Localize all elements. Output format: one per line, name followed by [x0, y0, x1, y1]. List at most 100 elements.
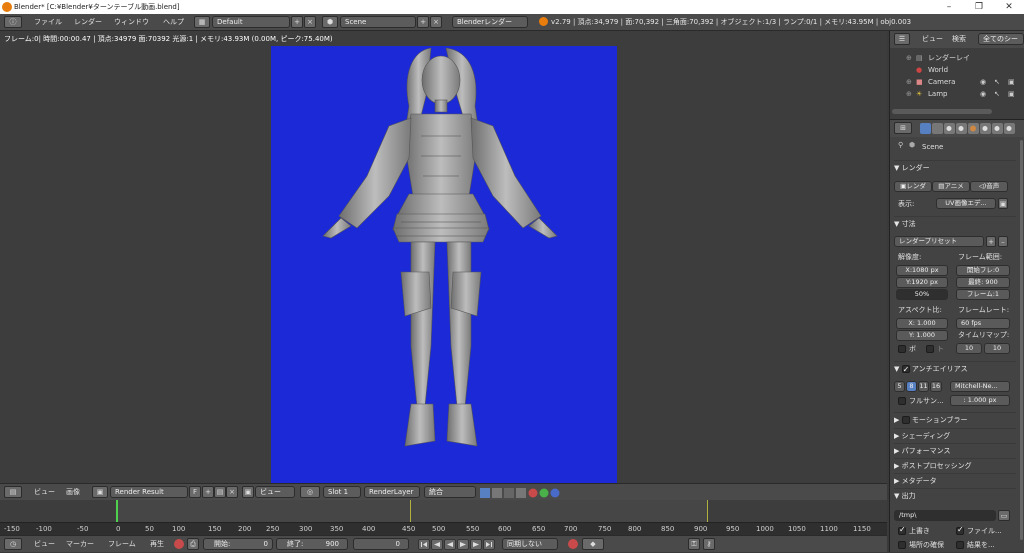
- editor-type-timeline-icon[interactable]: ◷: [4, 538, 22, 550]
- resolution-y-field[interactable]: Y:1920 px: [896, 277, 948, 288]
- anti-aliasing-checkbox[interactable]: [901, 363, 910, 377]
- render-pass-select[interactable]: 統合: [424, 486, 476, 498]
- image-image-menu[interactable]: 画像: [66, 484, 80, 501]
- insert-keyframe-icon[interactable]: ⚿: [688, 538, 700, 550]
- record-icon[interactable]: [174, 539, 184, 549]
- dimensions-panel-header[interactable]: ▼ 寸法: [894, 216, 1016, 230]
- end-frame-field[interactable]: 終了: 900: [276, 538, 348, 550]
- file-extensions-checkbox[interactable]: [956, 525, 964, 535]
- keying-set-icon[interactable]: ◆: [582, 538, 604, 550]
- timeline-area[interactable]: -150 -100 -50 0 50 100 150 200 250 300 3…: [0, 500, 887, 535]
- render-engine-select[interactable]: Blenderレンダー: [452, 16, 528, 28]
- timeline-marker-menu[interactable]: マーカー: [66, 536, 94, 553]
- lock-interface-icon[interactable]: ▣: [998, 198, 1008, 209]
- menu-window[interactable]: ウィンドウ: [114, 14, 149, 31]
- pin-icon[interactable]: ⚲: [898, 141, 903, 149]
- outliner-scrollbar[interactable]: [892, 109, 992, 114]
- open-image-icon[interactable]: ▤: [214, 486, 226, 498]
- post-processing-panel-header[interactable]: ▶ ポストプロセッシング: [894, 458, 1016, 472]
- scene-field[interactable]: Scene: [340, 16, 416, 28]
- outliner-row[interactable]: ⊕ ☀ Lamp ◉ ↖ ▣: [890, 88, 1024, 100]
- select-arrow-icon[interactable]: ↖: [994, 88, 1000, 100]
- shading-panel-header[interactable]: ▶ シェーディング: [894, 428, 1016, 442]
- visibility-eye-icon[interactable]: ◉: [980, 76, 986, 88]
- playback-controls[interactable]: [418, 539, 496, 550]
- menu-file[interactable]: ファイル: [34, 14, 62, 31]
- filter-size-field[interactable]: : 1.000 px: [950, 395, 1010, 406]
- remove-preset-icon[interactable]: –: [998, 236, 1008, 247]
- display-select[interactable]: UV画像エデ...: [936, 198, 996, 209]
- menu-render[interactable]: レンダー: [74, 14, 102, 31]
- auto-keying-icon[interactable]: [568, 539, 578, 549]
- editor-type-image-icon[interactable]: ▤: [4, 486, 22, 498]
- properties-scrollbar[interactable]: [1020, 140, 1023, 540]
- cache-result-checkbox[interactable]: [956, 541, 964, 549]
- folder-browse-icon[interactable]: ▭: [998, 510, 1010, 521]
- performance-panel-header[interactable]: ▶ パフォーマンス: [894, 443, 1016, 457]
- minimize-button[interactable]: –: [934, 0, 964, 14]
- slot-select[interactable]: Slot 1: [323, 486, 361, 498]
- add-layout-icon[interactable]: +: [291, 16, 303, 28]
- metadata-panel-header[interactable]: ▶ メタデータ: [894, 473, 1016, 487]
- close-button[interactable]: ✕: [994, 0, 1024, 14]
- screen-layout-icon[interactable]: ▦: [194, 16, 210, 28]
- timeline-ruler[interactable]: -150 -100 -50 0 50 100 150 200 250 300 3…: [0, 522, 887, 535]
- outliner-panel[interactable]: ☰ ビュー 検索 全てのシー ⊕ ▤ レンダーレイ ● World ⊕ ■ Ca…: [889, 31, 1024, 119]
- full-sample-checkbox[interactable]: [898, 397, 906, 405]
- motion-blur-checkbox[interactable]: [901, 416, 910, 424]
- frame-step-field[interactable]: フレーム:1: [956, 289, 1010, 300]
- anti-aliasing-panel-header[interactable]: ▼ アンチエイリアス: [894, 361, 1016, 377]
- fake-user-button[interactable]: F: [189, 486, 201, 498]
- output-path-field[interactable]: /tmp\: [894, 510, 996, 521]
- add-preset-icon[interactable]: +: [986, 236, 996, 247]
- editor-type-properties-icon[interactable]: ⊞: [894, 122, 912, 134]
- render-preset-select[interactable]: レンダープリセット: [894, 236, 984, 247]
- time-remap-old-field[interactable]: 10: [956, 343, 982, 354]
- mode-icon[interactable]: ▣: [242, 486, 254, 498]
- scene-icon[interactable]: ⬢: [322, 16, 338, 28]
- placeholders-checkbox[interactable]: [898, 541, 906, 549]
- image-browse-icon[interactable]: ▣: [92, 486, 108, 498]
- timeline-frame-menu[interactable]: フレーム: [108, 536, 136, 553]
- render-animation-button[interactable]: ▤アニメ: [932, 181, 970, 192]
- frame-rate-select[interactable]: 60 fps: [956, 318, 1010, 329]
- expand-icon[interactable]: ⊕: [906, 52, 912, 64]
- outliner-search-menu[interactable]: 検索: [952, 31, 966, 48]
- maximize-button[interactable]: ❐: [964, 0, 994, 14]
- sync-mode-select[interactable]: 同期しない: [502, 538, 558, 550]
- editor-type-outliner-icon[interactable]: ☰: [894, 33, 910, 45]
- image-view-menu[interactable]: ビュー: [34, 484, 55, 501]
- aa-sample-button[interactable]: 5: [894, 381, 905, 392]
- expand-icon[interactable]: ⊕: [906, 76, 912, 88]
- add-scene-icon[interactable]: +: [417, 16, 429, 28]
- render-still-button[interactable]: ▣レンダ: [894, 181, 932, 192]
- image-name-field[interactable]: Render Result: [110, 486, 188, 498]
- outliner-row[interactable]: ⊕ ■ Camera ◉ ↖ ▣: [890, 76, 1024, 88]
- visibility-eye-icon[interactable]: ◉: [980, 88, 986, 100]
- frame-end-field[interactable]: 最終: 900: [956, 277, 1010, 288]
- aa-sample-button[interactable]: 8: [906, 381, 917, 392]
- aa-sample-button[interactable]: 11: [918, 381, 929, 392]
- outliner-row[interactable]: ⊕ ▤ レンダーレイ: [890, 52, 1024, 64]
- start-frame-field[interactable]: 開始: 0: [203, 538, 273, 550]
- time-remap-new-field[interactable]: 10: [984, 343, 1010, 354]
- crop-checkbox[interactable]: [926, 345, 934, 353]
- render-audio-button[interactable]: ◁)音声: [970, 181, 1008, 192]
- delete-keyframe-icon[interactable]: ⚷: [703, 538, 715, 550]
- display-mode-select[interactable]: ビュー: [255, 486, 295, 498]
- aspect-y-field[interactable]: Y: 1.000: [896, 330, 948, 341]
- render-layer-select[interactable]: RenderLayer: [364, 486, 420, 498]
- remove-scene-icon[interactable]: ×: [430, 16, 442, 28]
- layout-field[interactable]: Default: [212, 16, 290, 28]
- aa-sample-button[interactable]: 16: [930, 381, 942, 392]
- properties-panel[interactable]: ⊞ ⚲ ⬢ Scene ▼ レンダー ▣レンダ ▤アニメ ◁)音声 表示: UV…: [889, 119, 1024, 552]
- outliner-row[interactable]: ● World: [890, 64, 1024, 76]
- aspect-x-field[interactable]: X: 1.000: [896, 318, 948, 329]
- current-frame-marker[interactable]: [116, 500, 118, 522]
- pivot-icon[interactable]: ◎: [300, 486, 320, 498]
- preview-range-icon[interactable]: ⎙: [187, 538, 199, 550]
- overwrite-checkbox[interactable]: [898, 525, 906, 535]
- render-camera-icon[interactable]: ▣: [1008, 76, 1015, 88]
- resolution-percentage-field[interactable]: 50%: [896, 289, 948, 300]
- aa-filter-select[interactable]: Mitchell-Ne...: [950, 381, 1010, 392]
